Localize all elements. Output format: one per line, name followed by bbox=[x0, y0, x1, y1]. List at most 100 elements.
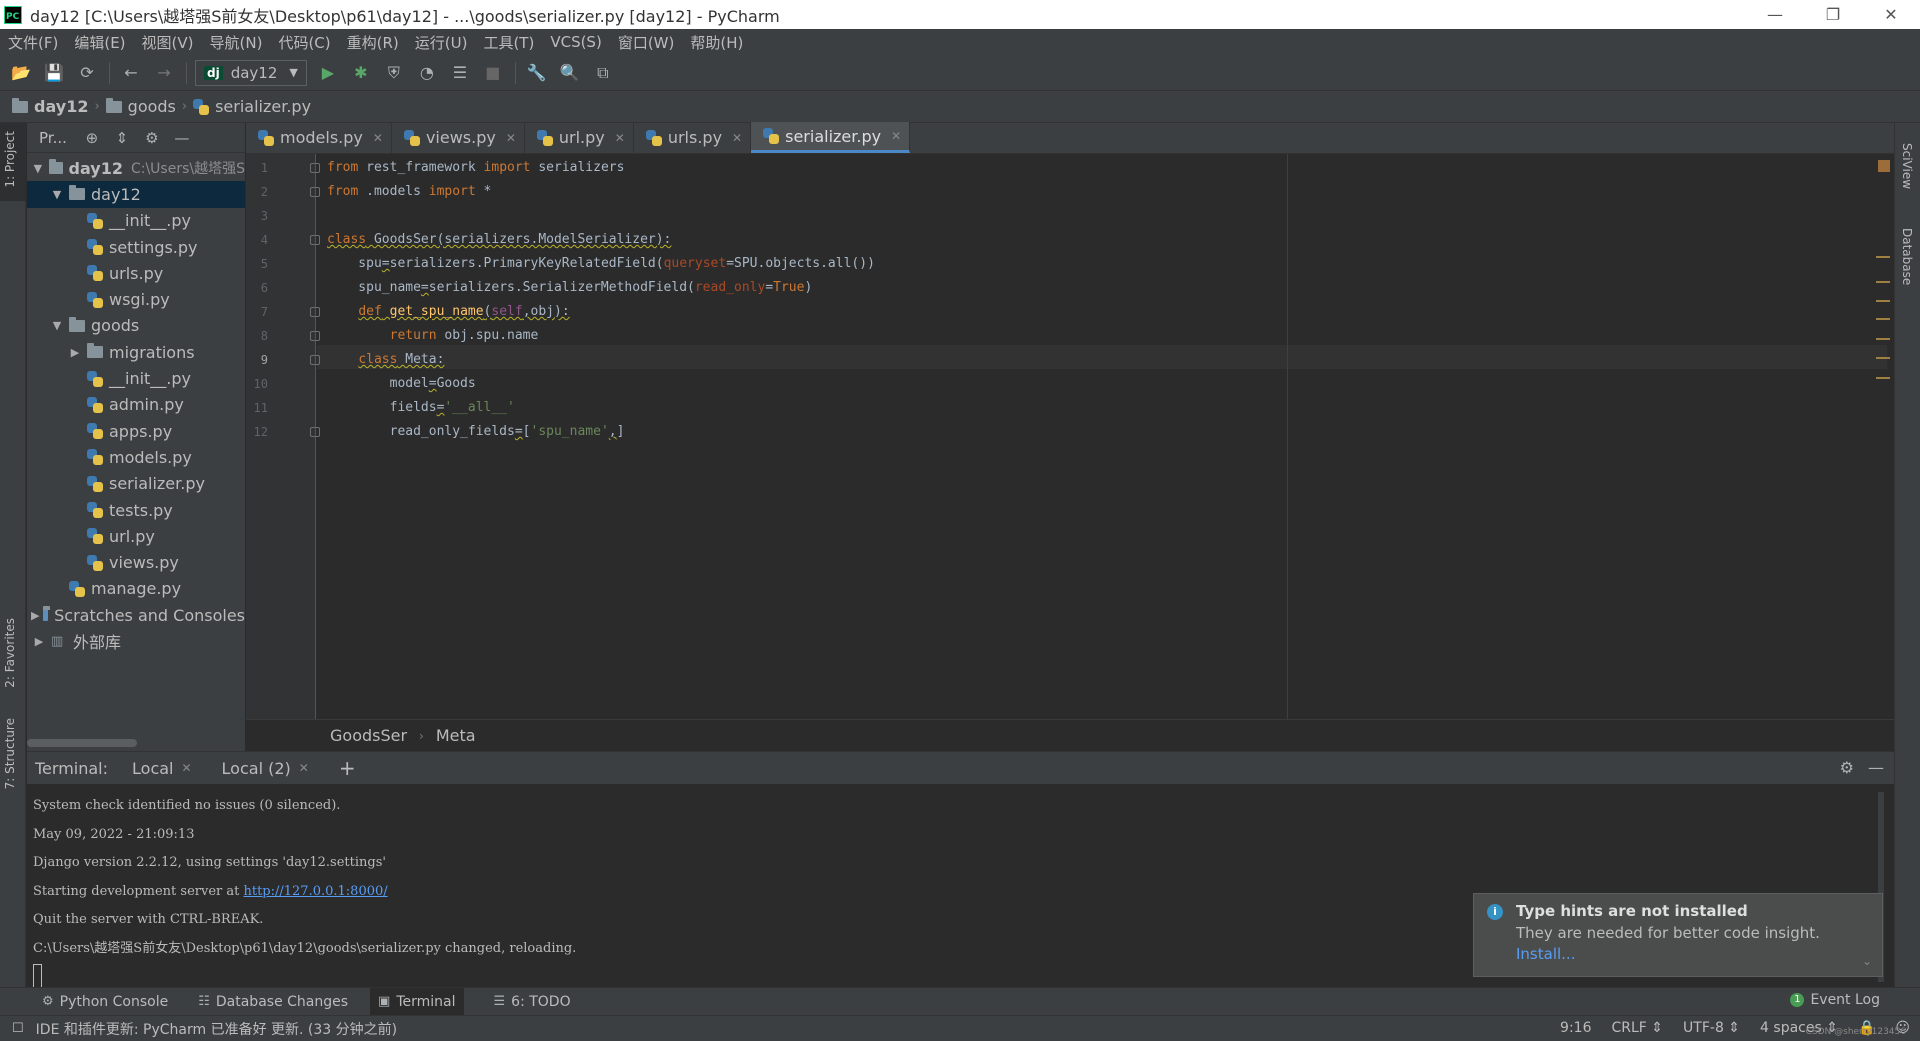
back-arrow-icon[interactable]: ← bbox=[118, 60, 144, 86]
close-icon[interactable]: ✕ bbox=[181, 761, 191, 775]
code-line[interactable]: read_only_fields=['spu_name',] bbox=[327, 420, 625, 444]
warning-stripe-mark[interactable] bbox=[1876, 357, 1890, 359]
menu-item[interactable]: 运行(U) bbox=[415, 32, 468, 53]
tree-item[interactable]: manage.py bbox=[27, 576, 245, 602]
search-icon[interactable]: 🔍 bbox=[557, 60, 583, 86]
close-icon[interactable]: ✕ bbox=[373, 131, 383, 145]
run-icon[interactable]: ▶ bbox=[315, 60, 341, 86]
menu-item[interactable]: 编辑(E) bbox=[74, 32, 125, 53]
close-icon[interactable]: ✕ bbox=[299, 761, 309, 775]
warning-stripe-mark[interactable] bbox=[1876, 377, 1890, 379]
menu-item[interactable]: VCS(S) bbox=[550, 33, 601, 51]
code-line[interactable]: from .models import * bbox=[327, 180, 491, 204]
fold-marker-icon[interactable] bbox=[310, 355, 320, 365]
locate-icon[interactable]: ⊕ bbox=[81, 129, 103, 147]
editor-tab[interactable]: urls.py ✕ bbox=[634, 122, 752, 153]
database-changes-button[interactable]: ☷ Database Changes bbox=[198, 994, 348, 1010]
menu-item[interactable]: 文件(F) bbox=[8, 32, 58, 53]
close-icon[interactable]: ✕ bbox=[615, 131, 625, 145]
code-line[interactable]: class GoodsSer(serializers.ModelSerializ… bbox=[327, 228, 671, 252]
wrench-icon[interactable]: 🔧 bbox=[524, 60, 550, 86]
fold-marker-icon[interactable] bbox=[310, 331, 320, 341]
chevron-right-icon[interactable]: ▶ bbox=[67, 346, 83, 359]
stop-icon[interactable]: ■ bbox=[480, 60, 506, 86]
install-link[interactable]: Install... bbox=[1516, 945, 1870, 963]
terminal-cursor[interactable] bbox=[33, 963, 42, 990]
code-line[interactable]: def get_spu_name(self,obj): bbox=[327, 300, 569, 324]
tree-item[interactable]: ▶ Scratches and Consoles bbox=[27, 602, 245, 628]
tree-item[interactable]: admin.py bbox=[27, 392, 245, 418]
file-encoding[interactable]: UTF-8 ⇕ bbox=[1683, 1020, 1740, 1036]
code-line[interactable]: from rest_framework import serializers bbox=[327, 156, 624, 180]
tree-item[interactable]: views.py bbox=[27, 549, 245, 575]
status-message[interactable]: IDE 和插件更新: PyCharm 已准备好 更新. (33 分钟之前) bbox=[36, 1019, 397, 1039]
code-line[interactable]: return obj.spu.name bbox=[327, 324, 539, 348]
fold-marker-icon[interactable] bbox=[310, 307, 320, 317]
editor-tab[interactable]: url.py ✕ bbox=[525, 122, 634, 153]
tree-item[interactable]: ▶ migrations bbox=[27, 339, 245, 365]
chevron-down-icon[interactable]: ⌄ bbox=[1862, 954, 1872, 968]
fold-marker-icon[interactable] bbox=[310, 187, 320, 197]
fold-marker-icon[interactable] bbox=[310, 427, 320, 437]
tree-item[interactable]: __init__.py bbox=[27, 365, 245, 391]
profile-icon[interactable]: ◔ bbox=[414, 60, 440, 86]
run-configuration-selector[interactable]: dj day12 ▼ bbox=[195, 59, 307, 86]
tree-item[interactable]: ▶ ▥ 外部库 bbox=[27, 628, 245, 654]
tree-item[interactable]: ▼ day12 bbox=[27, 181, 245, 208]
minimize-icon[interactable]: — bbox=[1746, 0, 1804, 29]
inspection-status-icon[interactable] bbox=[1878, 160, 1890, 172]
terminal-button[interactable]: ▣ Terminal bbox=[370, 987, 464, 1016]
editor-tab[interactable]: views.py ✕ bbox=[392, 122, 525, 153]
chevron-down-icon[interactable]: ▼ bbox=[49, 188, 65, 201]
tree-item[interactable]: apps.py bbox=[27, 418, 245, 444]
tree-item[interactable]: wsgi.py bbox=[27, 286, 245, 312]
save-all-icon[interactable]: 💾 bbox=[41, 60, 67, 86]
caret-position[interactable]: 9:16 bbox=[1560, 1020, 1591, 1036]
close-icon[interactable]: ✕ bbox=[1862, 0, 1920, 29]
tree-item[interactable]: urls.py bbox=[27, 260, 245, 286]
todo-button[interactable]: ☰ 6: TODO bbox=[494, 994, 571, 1010]
debug-icon[interactable]: ✱ bbox=[348, 60, 374, 86]
warning-stripe-mark[interactable] bbox=[1876, 338, 1890, 340]
menu-item[interactable]: 视图(V) bbox=[142, 32, 194, 53]
python-console-button[interactable]: ⚙ Python Console bbox=[42, 994, 168, 1010]
tree-item[interactable]: settings.py bbox=[27, 234, 245, 260]
code-line[interactable]: class Meta: bbox=[327, 348, 444, 372]
chevron-down-icon[interactable]: ▼ bbox=[49, 319, 65, 332]
hide-icon[interactable]: — bbox=[171, 129, 193, 147]
server-url-link[interactable]: http://127.0.0.1:8000/ bbox=[243, 884, 387, 899]
editor-tab[interactable]: models.py ✕ bbox=[246, 122, 392, 153]
presentation-icon[interactable]: ⧉ bbox=[590, 60, 616, 86]
horizontal-scrollbar[interactable] bbox=[27, 739, 137, 747]
sciview-tool-button[interactable]: SciView bbox=[1900, 143, 1914, 189]
breadcrumb-item-goods[interactable]: goods bbox=[105, 97, 176, 116]
code-area[interactable]: 1 2 3 4 5 6 7 8 9 10 11 12 from rest_framework impo… bbox=[246, 154, 1894, 719]
code-line[interactable]: spu_name=serializers.SerializerMethodFie… bbox=[327, 276, 812, 300]
forward-arrow-icon[interactable]: → bbox=[151, 60, 177, 86]
close-icon[interactable]: ✕ bbox=[732, 131, 742, 145]
editor-breadcrumb-meta[interactable]: Meta bbox=[436, 726, 476, 745]
code-line[interactable]: spu=serializers.PrimaryKeyRelatedField(q… bbox=[327, 252, 875, 276]
chevron-right-icon[interactable]: ▶ bbox=[31, 635, 47, 648]
favorites-tool-button[interactable]: 2: Favorites bbox=[3, 618, 17, 688]
concurrency-icon[interactable]: ☰ bbox=[447, 60, 473, 86]
close-icon[interactable]: ✕ bbox=[891, 129, 901, 143]
code-line[interactable]: fields='__all__' bbox=[327, 396, 515, 420]
warning-stripe-mark[interactable] bbox=[1876, 256, 1890, 258]
code-line[interactable]: model=Goods bbox=[327, 372, 476, 396]
line-separator[interactable]: CRLF ⇕ bbox=[1612, 1020, 1664, 1036]
editor-tab[interactable]: serializer.py ✕ bbox=[751, 122, 911, 153]
warning-stripe-mark[interactable] bbox=[1876, 300, 1890, 302]
open-folder-icon[interactable]: 📂 bbox=[8, 60, 34, 86]
fold-marker-icon[interactable] bbox=[310, 235, 320, 245]
tree-item[interactable]: ▼ goods bbox=[27, 313, 245, 339]
menu-item[interactable]: 窗口(W) bbox=[618, 32, 675, 53]
sync-icon[interactable]: ⟳ bbox=[74, 60, 100, 86]
coverage-icon[interactable]: ⛨ bbox=[381, 60, 407, 86]
tree-item[interactable]: serializer.py bbox=[27, 471, 245, 497]
project-view-selector[interactable]: Pr... bbox=[39, 129, 67, 147]
breadcrumb-item-file[interactable]: serializer.py bbox=[193, 97, 311, 116]
structure-tool-button[interactable]: 7: Structure bbox=[3, 718, 17, 789]
menu-item[interactable]: 帮助(H) bbox=[690, 32, 743, 53]
warning-stripe-mark[interactable] bbox=[1876, 318, 1890, 320]
